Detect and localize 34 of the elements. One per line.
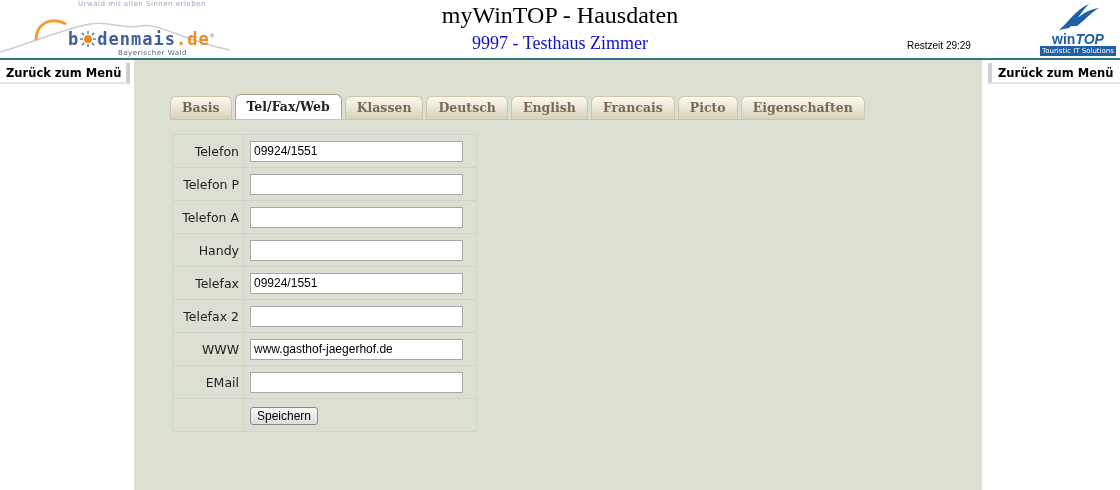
input-field[interactable] bbox=[250, 371, 463, 393]
page-title: myWinTOP - Hausdaten bbox=[441, 2, 679, 29]
input-field[interactable] bbox=[250, 305, 463, 327]
input-field[interactable] bbox=[250, 239, 463, 261]
tab[interactable]: Picto bbox=[677, 96, 738, 119]
input-field[interactable]: www.gasthof-jaegerhof.de bbox=[250, 338, 463, 360]
input-field[interactable] bbox=[250, 206, 463, 228]
tab[interactable]: Eigenschaften bbox=[740, 96, 865, 119]
save-button[interactable]: Speichern bbox=[250, 407, 319, 425]
back-button[interactable]: Zurück zum Menü bbox=[988, 63, 1120, 84]
tab[interactable]: Francais bbox=[590, 96, 675, 119]
house-name: 9997 - Testhaus Zimmer bbox=[472, 33, 648, 54]
input-field[interactable] bbox=[250, 173, 463, 195]
tab[interactable]: Basis bbox=[170, 96, 232, 119]
tab[interactable]: Deutsch bbox=[426, 96, 508, 119]
input-field[interactable]: 09924/1551 bbox=[250, 140, 463, 162]
back-button[interactable]: Zurück zum Menü bbox=[0, 63, 130, 84]
field-label: EMail bbox=[205, 374, 239, 390]
field-label: Telefon bbox=[194, 143, 239, 159]
logo-letter: b bbox=[68, 29, 80, 49]
field-label: Telefon A bbox=[182, 209, 239, 225]
field-label: Handy bbox=[198, 242, 239, 258]
brand-name: winTOP bbox=[1052, 32, 1104, 46]
tab[interactable]: Klassen bbox=[344, 96, 424, 119]
field-label: WWW bbox=[201, 341, 239, 357]
field-label: Telefon P bbox=[183, 176, 239, 192]
remaining-time: Restzeit 29:29 bbox=[907, 40, 971, 51]
input-field[interactable]: 09924/1551 bbox=[250, 272, 463, 294]
tab[interactable]: Tel/Fax/Web bbox=[234, 94, 342, 119]
field-label: Telefax bbox=[195, 275, 239, 291]
logo-name: denmais.de$^{®}$ bbox=[97, 29, 215, 49]
sun-icon bbox=[80, 31, 97, 47]
field-label: Telefax 2 bbox=[183, 308, 239, 324]
tab[interactable]: English bbox=[510, 96, 588, 119]
